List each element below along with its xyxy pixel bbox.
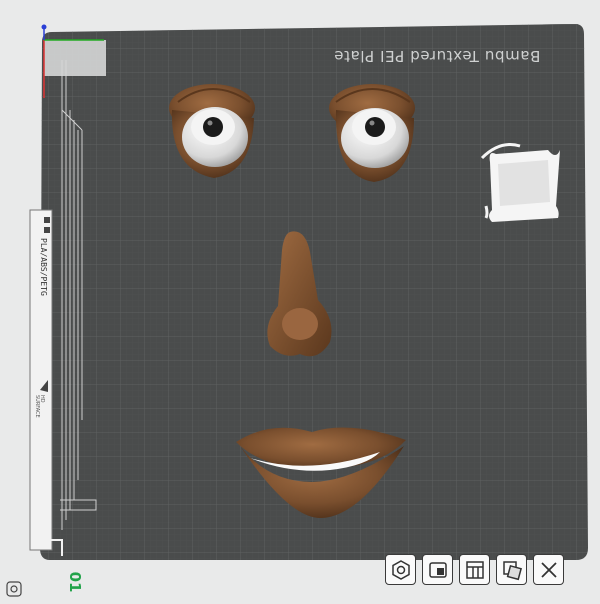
- layout-button[interactable]: [459, 554, 490, 585]
- plate-type-label: Bambu Textured PEI Plate: [333, 47, 541, 65]
- camera-view-icon: [6, 581, 22, 597]
- camera-view-button[interactable]: [5, 580, 23, 598]
- surface-note: HD SURFACE: [34, 395, 45, 418]
- close-plate-button[interactable]: [533, 554, 564, 585]
- square-bracket-part[interactable]: [480, 143, 560, 223]
- layout-icon: [465, 560, 484, 579]
- build-plate-scene: [29, 24, 588, 560]
- plate-toolbar: [385, 554, 564, 588]
- plate-number[interactable]: 01: [65, 567, 85, 597]
- rotate-square-icon: [502, 560, 522, 580]
- orient-button[interactable]: [385, 554, 416, 585]
- auto-orient-button[interactable]: [496, 554, 527, 585]
- arrange-icon: [428, 561, 447, 578]
- 3d-viewport[interactable]: [0, 0, 600, 600]
- hexagon-nut-icon: [391, 559, 410, 580]
- arrange-button[interactable]: [422, 554, 453, 585]
- close-icon: [540, 561, 557, 578]
- filament-type-label: PLA/ABS/PETG: [39, 238, 48, 296]
